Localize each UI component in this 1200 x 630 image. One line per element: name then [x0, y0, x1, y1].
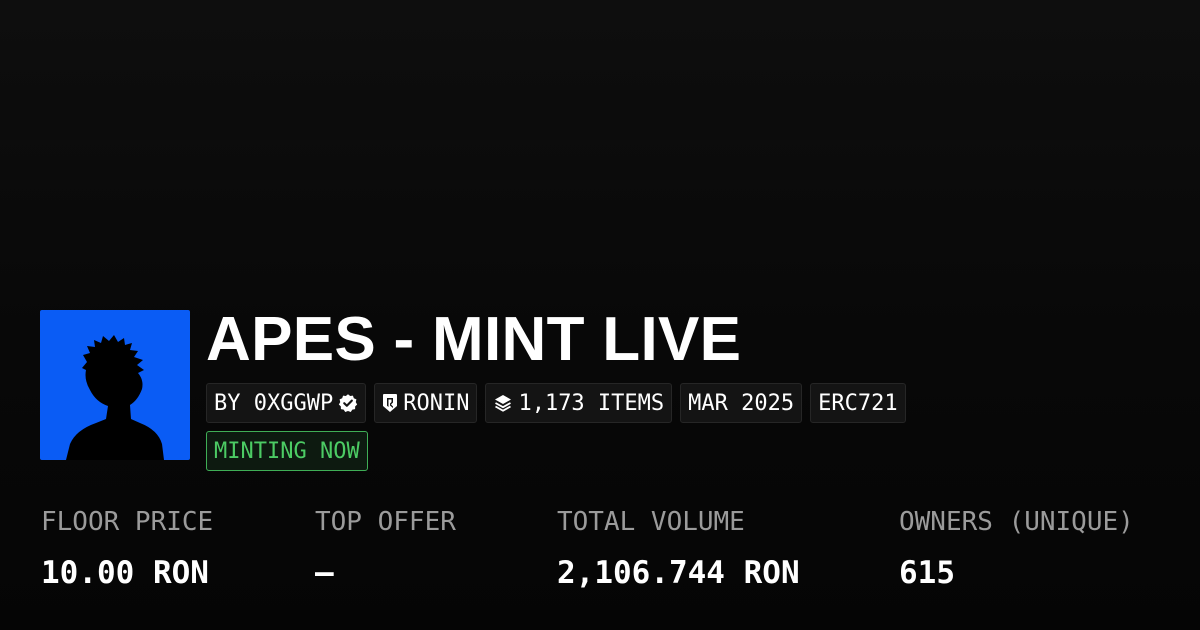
minting-status-badge: MINTING NOW	[206, 431, 368, 471]
stat-total-volume: TOTAL VOLUME 2,106.744 RON	[557, 503, 800, 593]
stat-value: 615	[899, 555, 955, 591]
collection-title: APES - MINT LIVE	[206, 305, 742, 374]
collection-meta-chips: BY 0XGGWP RONIN 1,173 ITEMS MAR 2025 ERC…	[206, 383, 906, 423]
stat-label: TOP OFFER	[315, 507, 456, 537]
stat-label: FLOOR PRICE	[41, 507, 214, 537]
stat-floor-price: FLOOR PRICE 10.00 RON	[41, 503, 213, 593]
ronin-shield-icon	[383, 394, 398, 412]
stat-value: 2,106.744 RON	[557, 555, 800, 591]
standard-chip: ERC721	[810, 383, 906, 423]
chain-chip[interactable]: RONIN	[374, 383, 478, 423]
stat-label: TOTAL VOLUME	[557, 507, 745, 537]
layers-icon	[495, 395, 512, 412]
date-chip: MAR 2025	[680, 383, 803, 423]
verified-badge-icon	[339, 394, 358, 412]
status-label: MINTING NOW	[214, 438, 360, 464]
stat-owners: OWNERS (UNIQUE) 615	[899, 503, 1134, 593]
collection-avatar	[40, 310, 190, 460]
items-chip[interactable]: 1,173 ITEMS	[485, 383, 673, 423]
stat-value: 10.00 RON	[41, 555, 209, 591]
stat-label: OWNERS (UNIQUE)	[899, 507, 1134, 537]
created-date: MAR 2025	[688, 390, 795, 416]
creator-chip[interactable]: BY 0XGGWP	[206, 383, 367, 423]
chain-name: RONIN	[403, 390, 470, 416]
stat-top-offer: TOP OFFER –	[315, 503, 456, 593]
ape-silhouette-icon	[66, 335, 164, 460]
stat-value: –	[315, 555, 334, 591]
items-count: 1,173 ITEMS	[518, 390, 665, 416]
token-standard: ERC721	[818, 390, 898, 416]
creator-name: BY 0XGGWP	[214, 390, 334, 416]
